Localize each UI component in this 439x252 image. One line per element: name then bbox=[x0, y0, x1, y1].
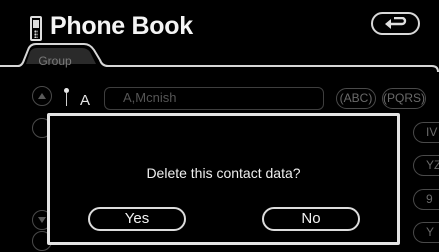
contact-list-item[interactable]: A,Mcnish bbox=[104, 87, 324, 110]
index-side-button[interactable]: 9 bbox=[413, 189, 439, 210]
delete-confirm-dialog: Delete this contact data? Yes No bbox=[47, 113, 400, 245]
index-pqrs-button[interactable]: (PQRS) bbox=[382, 88, 426, 109]
index-side-button[interactable]: YZ bbox=[413, 155, 439, 176]
index-side-button[interactable]: Y bbox=[413, 222, 439, 243]
index-side-button[interactable]: IV bbox=[413, 122, 439, 143]
section-marker-icon bbox=[64, 88, 70, 106]
section-letter: A bbox=[80, 92, 91, 109]
page-title: Phone Book bbox=[50, 12, 193, 40]
no-button[interactable]: No bbox=[262, 207, 360, 231]
tab-group[interactable]: Group bbox=[27, 54, 83, 68]
yes-button[interactable]: Yes bbox=[88, 207, 186, 231]
return-arrow-icon bbox=[384, 16, 406, 29]
index-abc-button[interactable]: (ABC) bbox=[336, 88, 376, 109]
scroll-up-button[interactable] bbox=[32, 86, 52, 106]
phonebook-icon bbox=[30, 16, 42, 41]
phone-book-screen: Phone Book Group A A,Mcnish (ABC) (PQRS)… bbox=[0, 0, 439, 252]
back-button[interactable] bbox=[371, 12, 420, 35]
dialog-message: Delete this contact data? bbox=[146, 165, 301, 181]
